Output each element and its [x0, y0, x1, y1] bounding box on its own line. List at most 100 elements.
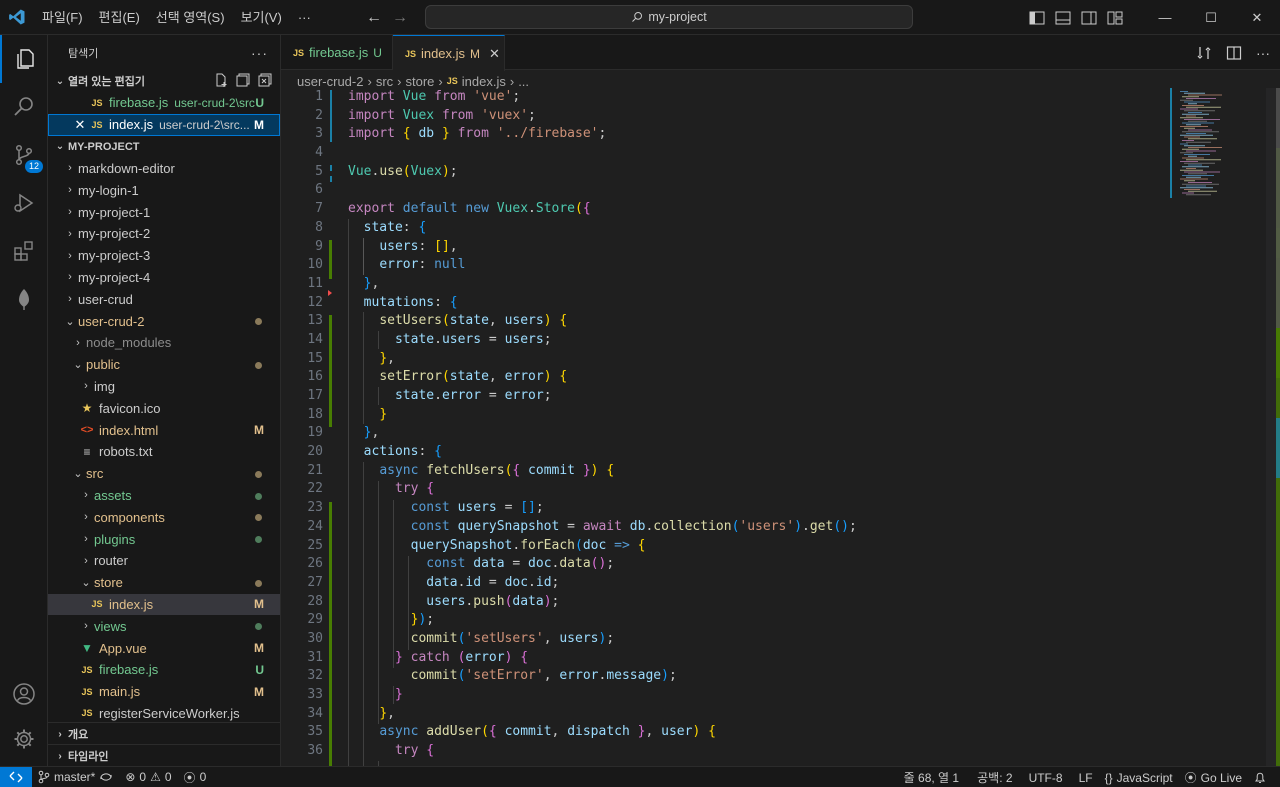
tree-folder[interactable]: › my-project-1 [48, 201, 280, 223]
minimap[interactable] [1170, 88, 1280, 768]
tree-folder[interactable]: › markdown-editor [48, 158, 280, 180]
ports-indicator[interactable]: ⦿ 0 [178, 769, 213, 786]
explorer-header: 탐색기 ··· [48, 35, 280, 70]
end-of-line[interactable]: LF [1073, 771, 1099, 785]
tree-file-selected[interactable]: JS index.js M [48, 593, 280, 616]
save-all-icon[interactable] [236, 73, 250, 87]
tree-folder-label: views [94, 618, 127, 634]
timeline-section[interactable]: › 타임라인 [48, 744, 280, 766]
breadcrumb-item[interactable]: ... [518, 74, 529, 89]
explorer-icon[interactable] [0, 35, 48, 83]
modified-dot [255, 361, 262, 369]
code-line: async addUser({ commit, dispatch }, user… [379, 724, 716, 740]
back-arrow-icon[interactable]: ← [366, 9, 382, 27]
code-editor[interactable]: 1 2 3 4 5 6 7 8 9 10 11 12 13 14 15 16 17 18 19 20 21 22 23 24 2… [281, 88, 1280, 766]
outline-section[interactable]: › 개요 [48, 722, 280, 745]
tab-index-js[interactable]: JS index.js M ✕ [392, 35, 505, 71]
command-center-search[interactable]: my-project [425, 5, 913, 29]
tree-folder[interactable]: › my-project-2 [48, 223, 280, 245]
maximize-icon[interactable]: ☐ [1188, 0, 1234, 35]
tree-folder-label: assets [94, 487, 132, 503]
tab-status: M [470, 46, 481, 61]
tree-folder[interactable]: › img [48, 376, 280, 398]
search-icon[interactable] [0, 83, 48, 131]
tree-folder-open[interactable]: ⌄ public [48, 354, 280, 376]
tree-file[interactable]: ▼ App.vue M [48, 637, 280, 659]
language-mode[interactable]: {} JavaScript [1099, 771, 1179, 785]
tree-folder[interactable]: › my-login-1 [48, 179, 280, 201]
menu-more[interactable]: ··· [290, 0, 319, 35]
cursor-position[interactable]: 줄 68, 열 1 [898, 769, 965, 786]
tree-folder[interactable]: › user-crud [48, 288, 280, 310]
explorer-sidebar: 탐색기 ··· ⌄ 열려 있는 편집기 JS firebase.js user-… [48, 35, 281, 766]
minimize-icon[interactable]: — [1142, 0, 1188, 35]
breadcrumb-item[interactable]: store [406, 74, 435, 89]
breadcrumb-item[interactable]: index.js [462, 74, 506, 89]
tree-folder-open[interactable]: ⌄ user-crud-2 [48, 310, 280, 332]
modified-badge: M [254, 117, 264, 132]
menu-view[interactable]: 보기(V) [233, 0, 290, 35]
close-window-icon[interactable]: ✕ [1234, 0, 1280, 35]
tree-file[interactable]: JS firebase.js U [48, 659, 280, 681]
open-editor-item[interactable]: JS firebase.js user-crud-2\src U [48, 92, 280, 114]
tree-folder[interactable]: › components [48, 506, 280, 528]
tree-folder[interactable]: › my-project-4 [48, 267, 280, 289]
remote-icon[interactable] [0, 766, 32, 787]
go-live-button[interactable]: ⦿ Go Live [1179, 769, 1248, 786]
more-actions-icon[interactable]: ··· [1256, 45, 1270, 61]
tree-folder-label: components [94, 509, 165, 525]
compare-changes-icon[interactable] [1196, 45, 1212, 61]
close-tab-icon[interactable]: ✕ [489, 46, 500, 62]
problems-indicator[interactable]: ⊗ 0 ⚠ 0 [119, 770, 177, 784]
line-number: 6 [315, 182, 323, 198]
breadcrumb-item[interactable]: user-crud-2 [297, 74, 363, 89]
run-debug-icon[interactable] [0, 179, 48, 227]
code-line: state.users = users; [394, 331, 552, 347]
tree-folder-open[interactable]: ⌄ src [48, 463, 280, 485]
toggle-panel-icon[interactable] [1050, 0, 1076, 35]
notifications-bell-icon[interactable] [1248, 771, 1272, 784]
line-number: 5 [315, 163, 323, 179]
source-control-icon[interactable]: 12 [0, 131, 48, 179]
tree-folder-open[interactable]: ⌄ store [48, 572, 280, 594]
toggle-secondary-sidebar-icon[interactable] [1076, 0, 1102, 35]
chevron-right-icon: › [84, 511, 88, 524]
menu-edit[interactable]: 편집(E) [91, 0, 148, 35]
accounts-icon[interactable] [0, 670, 48, 718]
tree-file[interactable]: ≡ robots.txt [48, 441, 280, 463]
tree-file[interactable]: ★ favicon.ico [48, 397, 280, 419]
tab-firebase-js[interactable]: JS firebase.js U [281, 35, 393, 70]
indentation[interactable]: 공백: 2 [971, 769, 1018, 786]
customize-layout-icon[interactable] [1102, 0, 1128, 35]
toggle-primary-sidebar-icon[interactable] [1024, 0, 1050, 35]
extensions-icon[interactable] [0, 227, 48, 275]
more-actions-icon[interactable]: ··· [251, 45, 268, 61]
new-untitled-file-icon[interactable] [214, 73, 228, 87]
tree-folder[interactable]: › my-project-3 [48, 245, 280, 267]
encoding[interactable]: UTF-8 [1023, 771, 1069, 785]
forward-arrow-icon[interactable]: → [392, 9, 408, 27]
timeline-label: 타임라인 [68, 751, 109, 763]
open-editor-item-active[interactable]: ✕ JS index.js user-crud-2\src... M [48, 113, 280, 136]
close-all-icon[interactable] [258, 73, 272, 87]
split-editor-icon[interactable] [1226, 45, 1242, 61]
settings-gear-icon[interactable] [0, 715, 48, 763]
breadcrumb-item[interactable]: src [376, 74, 393, 89]
project-header[interactable]: ⌄ MY-PROJECT [48, 136, 280, 158]
tree-folder[interactable]: › plugins [48, 528, 280, 550]
mongodb-leaf-icon[interactable] [0, 275, 48, 323]
menu-selection[interactable]: 선택 영역(S) [148, 0, 233, 35]
tree-file[interactable]: <> index.html M [48, 419, 280, 441]
menu-file[interactable]: 파일(F) [34, 0, 91, 35]
line-number: 10 [307, 257, 323, 273]
tree-file[interactable]: JS main.js M [48, 681, 280, 703]
line-number: 1 [315, 89, 323, 104]
tree-folder[interactable]: › assets [48, 485, 280, 507]
branch-indicator[interactable]: master* [32, 770, 119, 784]
open-editors-header[interactable]: ⌄ 열려 있는 편집기 [48, 70, 280, 92]
close-editor-icon[interactable]: ✕ [72, 117, 88, 133]
tree-folder[interactable]: › node_modules [48, 332, 280, 354]
tree-folder[interactable]: › views [48, 615, 280, 637]
sync-icon[interactable] [99, 771, 113, 783]
tree-folder[interactable]: › router [48, 550, 280, 572]
